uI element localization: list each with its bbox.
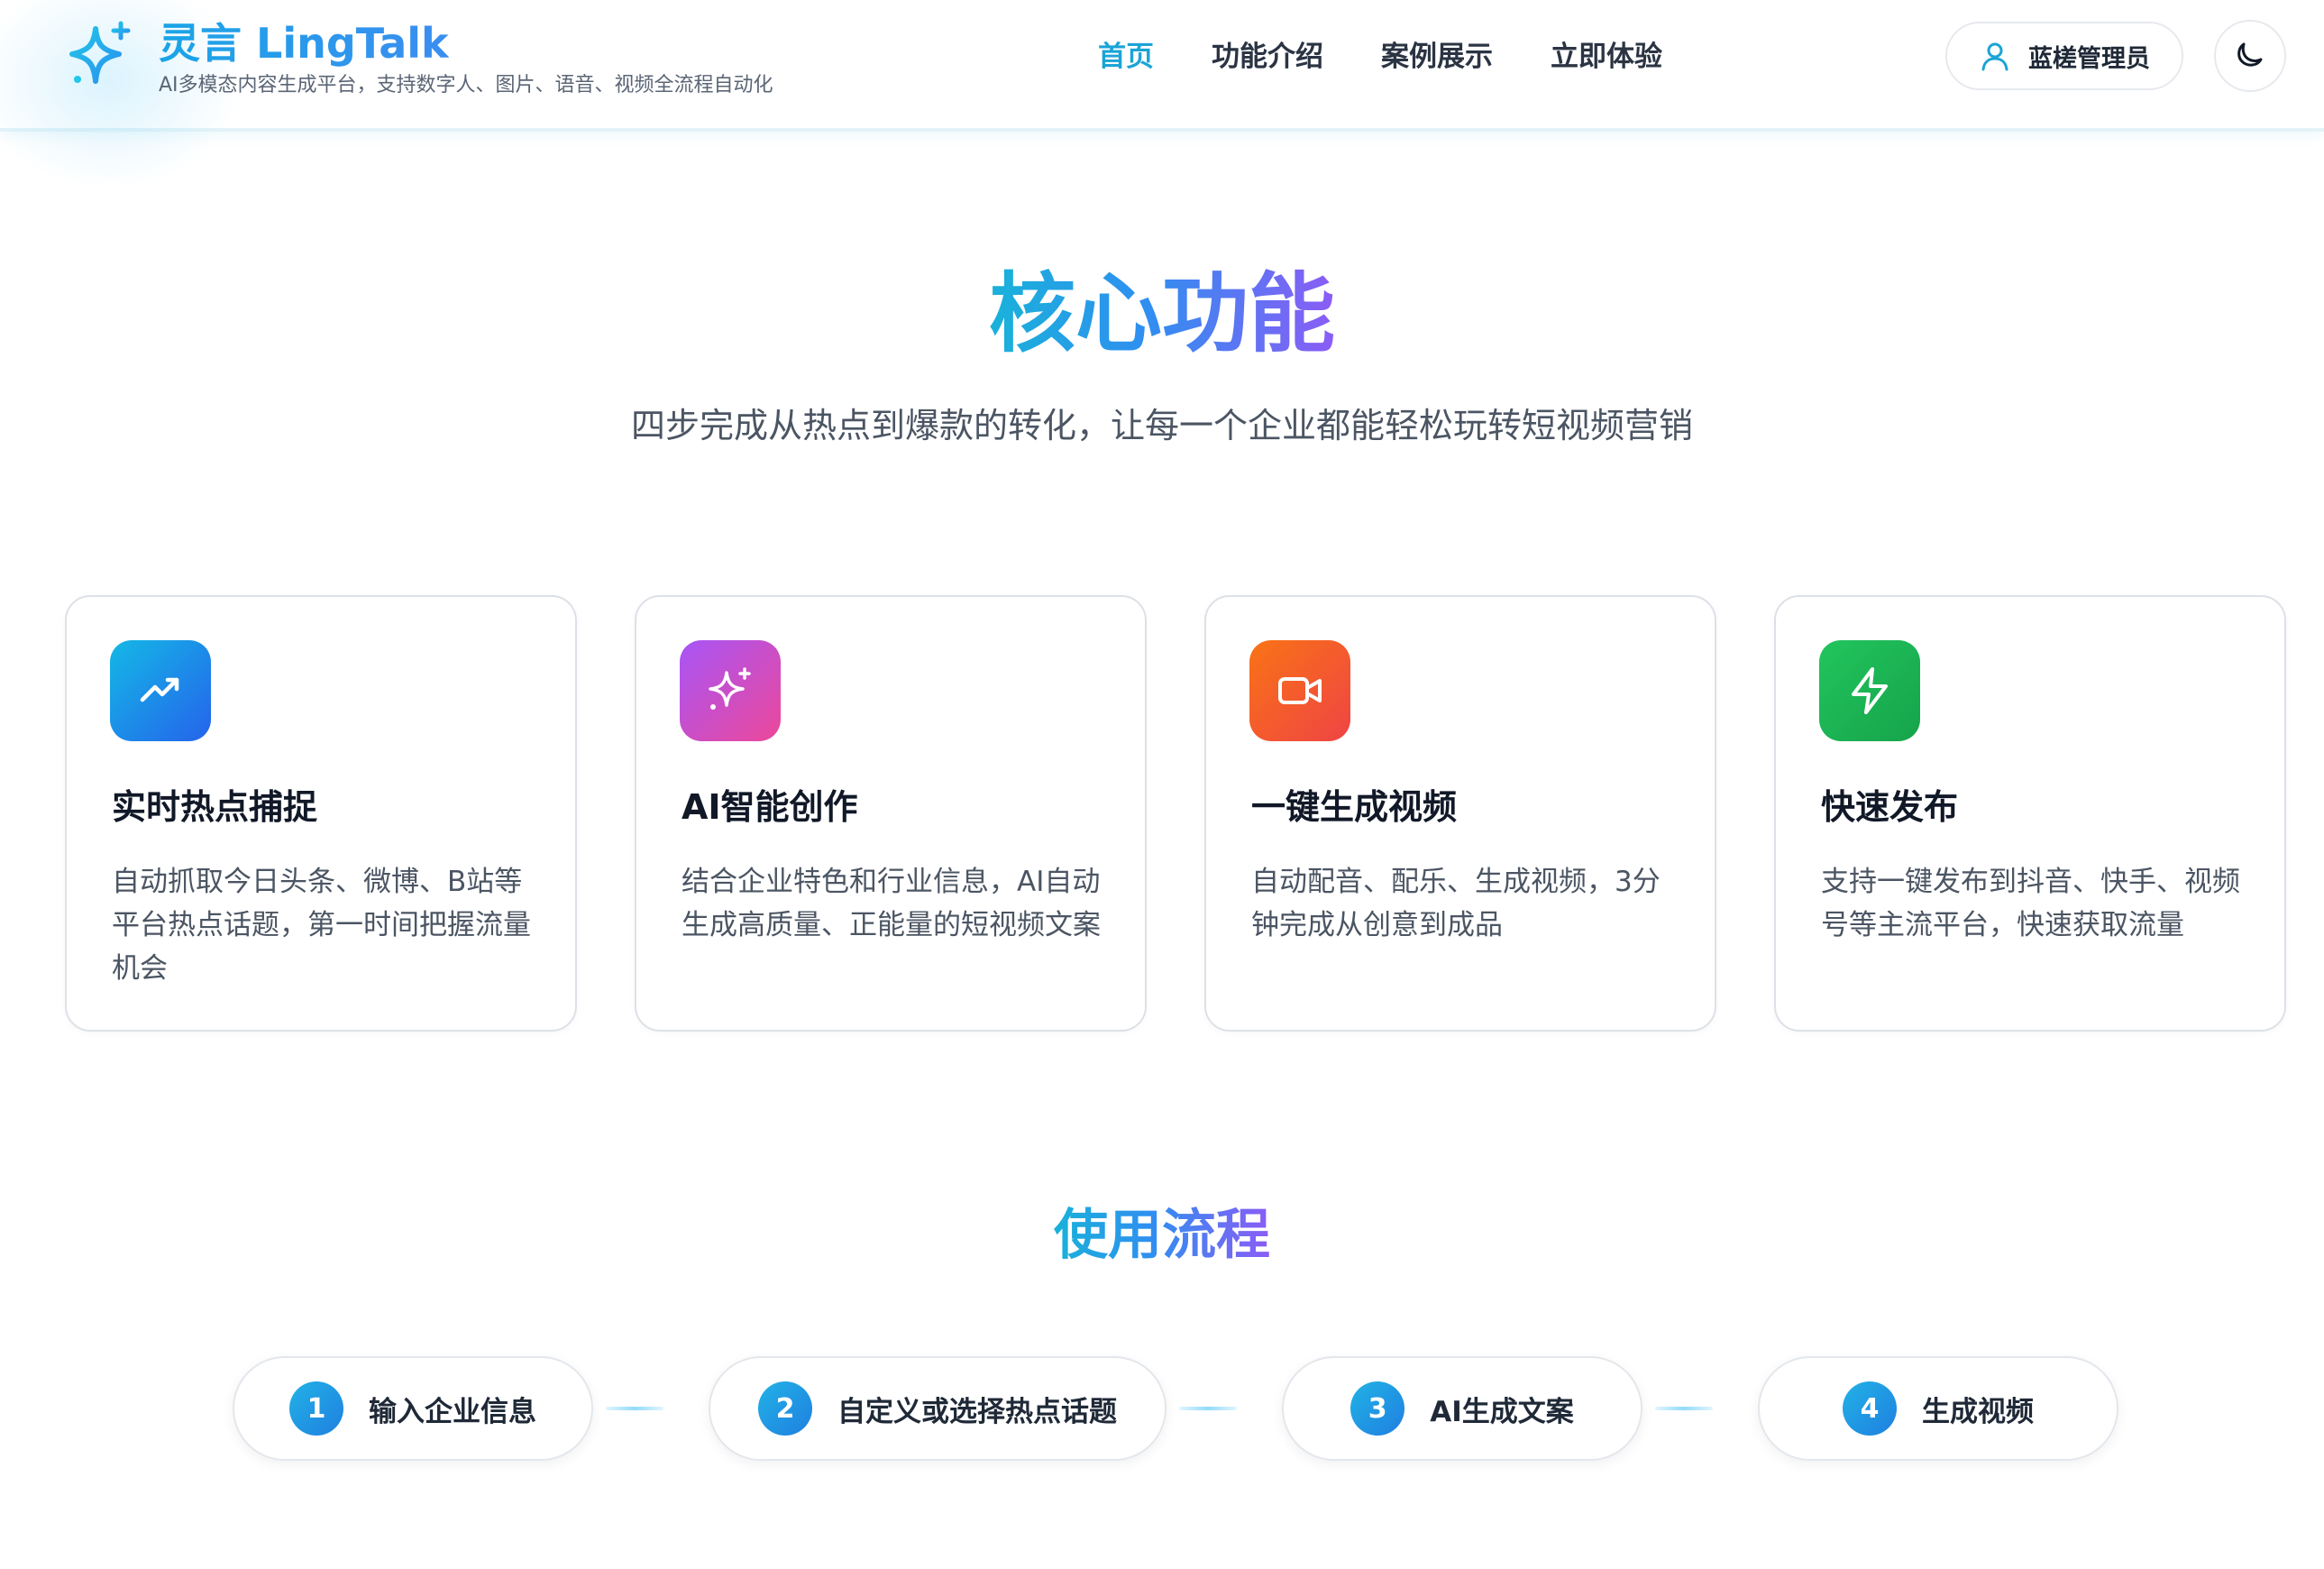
feature-card-video-generation[interactable]: 一键生成视频 自动配音、配乐、生成视频，3分钟完成从创意到成品: [1204, 595, 1716, 1032]
nav-item-cases[interactable]: 案例展示: [1381, 34, 1493, 79]
brand-subtitle: AI多模态内容生成平台，支持数字人、图片、语音、视频全流程自动化: [159, 74, 773, 96]
user-icon: [1981, 42, 2008, 71]
step-number: 2: [758, 1381, 812, 1436]
process-title-text: 使用流程: [1054, 1204, 1270, 1267]
user-name: 蓝槎管理员: [2028, 44, 2150, 73]
core-features-title-text: 核心功能: [989, 263, 1335, 364]
sparkle-icon[interactable]: [65, 20, 137, 92]
brand-title[interactable]: 灵言 LingTalk: [159, 18, 449, 69]
step-number: 4: [1843, 1381, 1897, 1436]
core-features-subtitle: 四步完成从热点到爆款的转化，让每一个企业都能轻松玩转短视频营销: [630, 406, 1693, 445]
feature-card-fast-publish[interactable]: 快速发布 支持一键发布到抖音、快手、视频号等主流平台，快速获取流量: [1774, 595, 2286, 1032]
page: 灵言 LingTalk AI多模态内容生成平台，支持数字人、图片、语音、视频全流…: [0, 0, 2324, 1569]
process-step-2[interactable]: 2 自定义或选择热点话题: [709, 1356, 1167, 1461]
step-label: 自定义或选择热点话题: [837, 1395, 1117, 1428]
feature-card-description: 自动抓取今日头条、微博、B站等平台热点话题，第一时间把握流量机会: [112, 866, 531, 985]
feature-card-description: 结合企业特色和行业信息，AI自动生成高质量、正能量的短视频文案: [682, 866, 1101, 941]
user-menu-button[interactable]: 蓝槎管理员: [1945, 22, 2183, 90]
moon-icon: [2237, 42, 2263, 67]
process-step-3[interactable]: 3 AI生成文案: [1282, 1356, 1642, 1461]
feature-card-title: 实时热点捕捉: [112, 787, 318, 827]
process-step-1[interactable]: 1 输入企业信息: [233, 1356, 593, 1461]
step-label: 输入企业信息: [369, 1395, 536, 1428]
video-camera-icon: [1249, 640, 1350, 741]
theme-toggle-button[interactable]: [2214, 20, 2286, 92]
step-number: 1: [289, 1381, 343, 1436]
feature-card-title: AI智能创作: [682, 787, 858, 827]
lightning-icon: [1819, 640, 1920, 741]
step-label: AI生成文案: [1430, 1395, 1574, 1428]
nav-item-try-now[interactable]: 立即体验: [1551, 34, 1662, 79]
step-connector: [1655, 1407, 1713, 1410]
feature-card-title: 一键生成视频: [1251, 787, 1458, 827]
feature-card-hot-topics[interactable]: 实时热点捕捉 自动抓取今日头条、微博、B站等平台热点话题，第一时间把握流量机会: [65, 595, 577, 1032]
nav-item-home[interactable]: 首页: [1098, 34, 1154, 79]
step-connector: [606, 1407, 663, 1410]
feature-card-description: 自动配音、配乐、生成视频，3分钟完成从创意到成品: [1251, 866, 1661, 941]
main-nav: 首页 功能介绍 案例展示 立即体验: [1098, 34, 1720, 79]
process-title: 使用流程: [0, 1199, 2324, 1271]
feature-card-ai-creation[interactable]: AI智能创作 结合企业特色和行业信息，AI自动生成高质量、正能量的短视频文案: [635, 595, 1147, 1032]
top-header: 灵言 LingTalk AI多模态内容生成平台，支持数字人、图片、语音、视频全流…: [0, 0, 2324, 198]
process-step-4[interactable]: 4 生成视频: [1758, 1356, 2118, 1461]
sparkles-icon: [680, 640, 781, 741]
feature-card-description: 支持一键发布到抖音、快手、视频号等主流平台，快速获取流量: [1821, 866, 2240, 941]
trending-up-icon: [110, 640, 211, 741]
step-label: 生成视频: [1922, 1395, 2034, 1428]
step-connector: [1179, 1407, 1237, 1410]
core-features-title: 核心功能: [0, 260, 2324, 368]
step-number: 3: [1350, 1381, 1405, 1436]
feature-card-title: 快速发布: [1821, 787, 1959, 827]
nav-item-features[interactable]: 功能介绍: [1212, 34, 1323, 79]
